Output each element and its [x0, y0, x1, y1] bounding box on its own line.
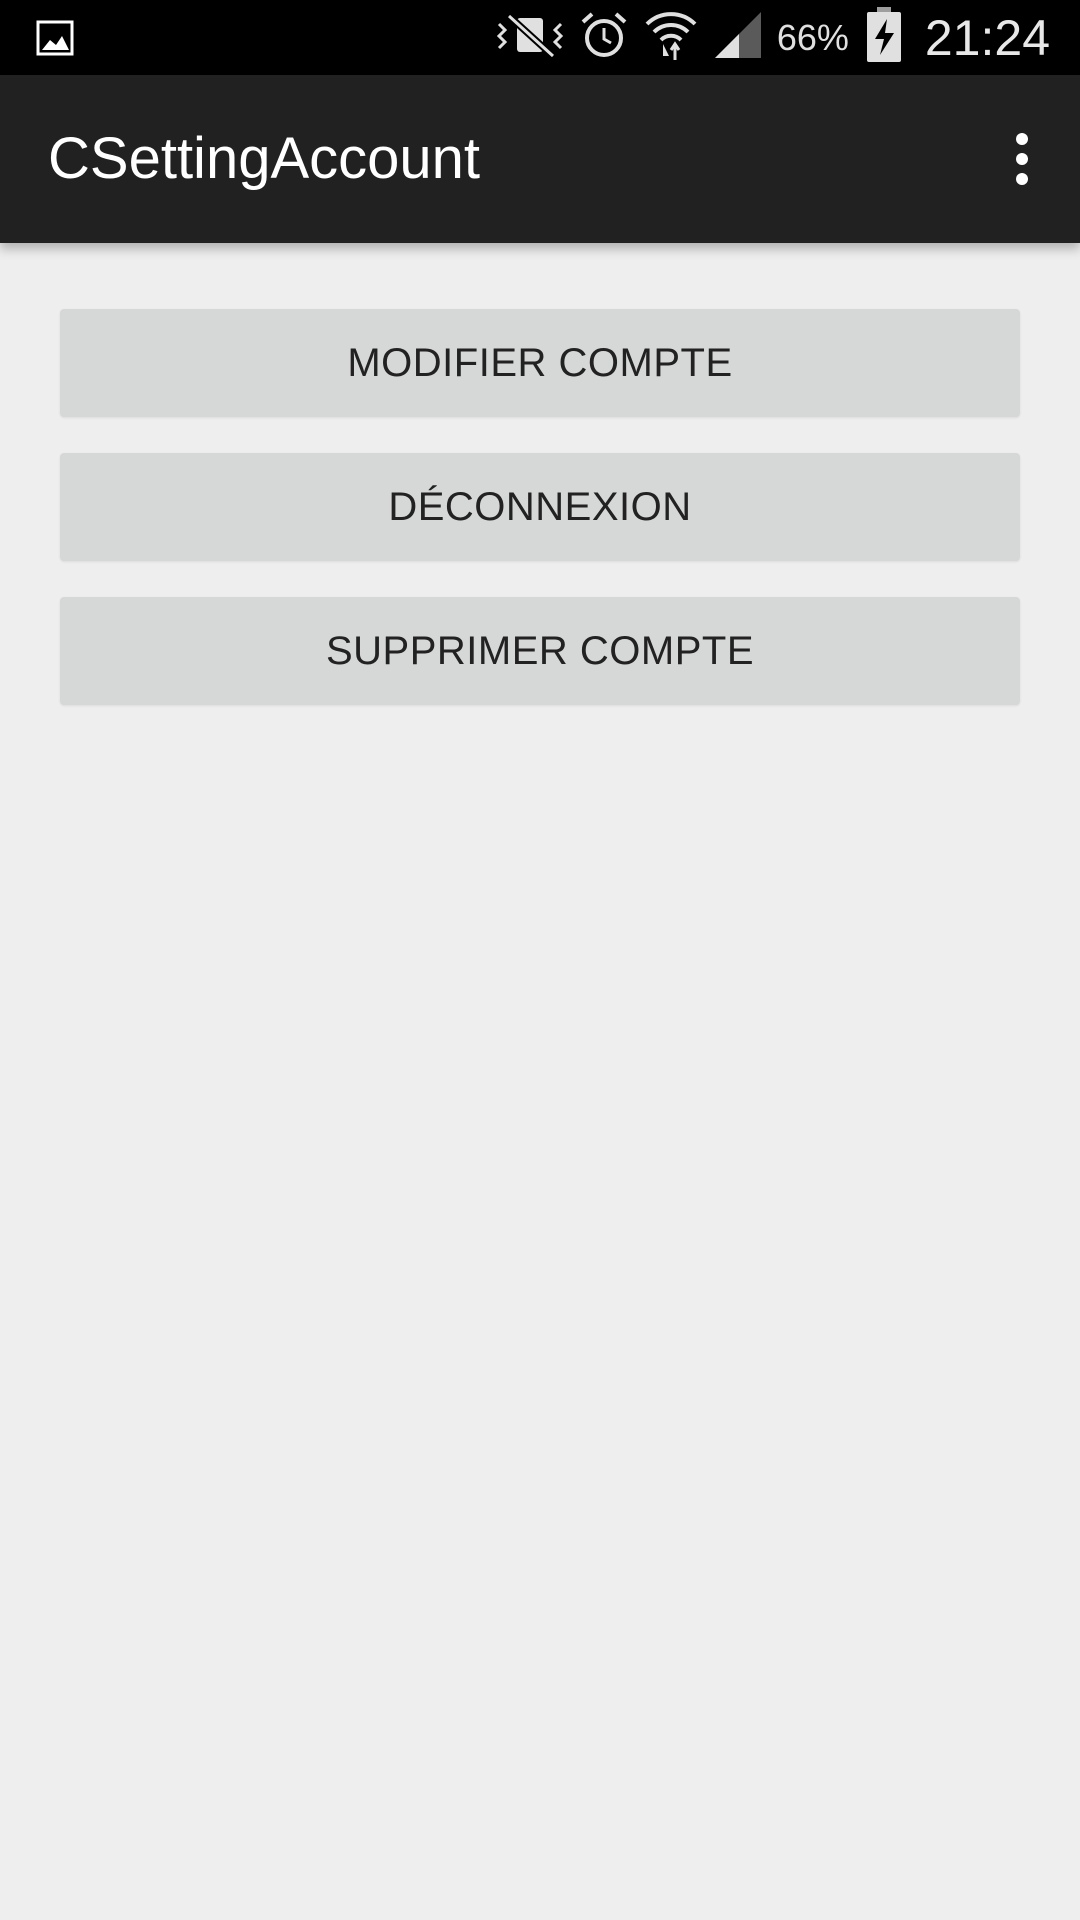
battery-charging-icon: [865, 7, 903, 68]
page-title: CSettingAccount: [48, 126, 481, 191]
cell-signal-icon: [713, 10, 763, 65]
battery-percent: 66%: [776, 16, 849, 58]
logout-button[interactable]: DÉCONNEXION: [60, 453, 1020, 561]
delete-account-button[interactable]: SUPPRIMER COMPTE: [60, 597, 1020, 705]
overflow-dot: [1016, 153, 1028, 165]
overflow-dot: [1016, 173, 1028, 185]
overflow-dot: [1016, 133, 1028, 145]
vibrate-mute-icon: [495, 12, 565, 63]
alarm-icon: [579, 10, 629, 65]
app-bar: CSettingAccount: [0, 75, 1080, 243]
status-icons: 66% 21:24: [495, 0, 1050, 75]
overflow-menu-icon[interactable]: [994, 119, 1050, 199]
modify-account-button[interactable]: MODIFIER COMPTE: [60, 309, 1020, 417]
clock: 21:24: [924, 9, 1050, 66]
image-notification-icon: [36, 18, 76, 58]
wifi-icon: [643, 8, 699, 67]
status-bar: 66% 21:24: [0, 0, 1080, 75]
